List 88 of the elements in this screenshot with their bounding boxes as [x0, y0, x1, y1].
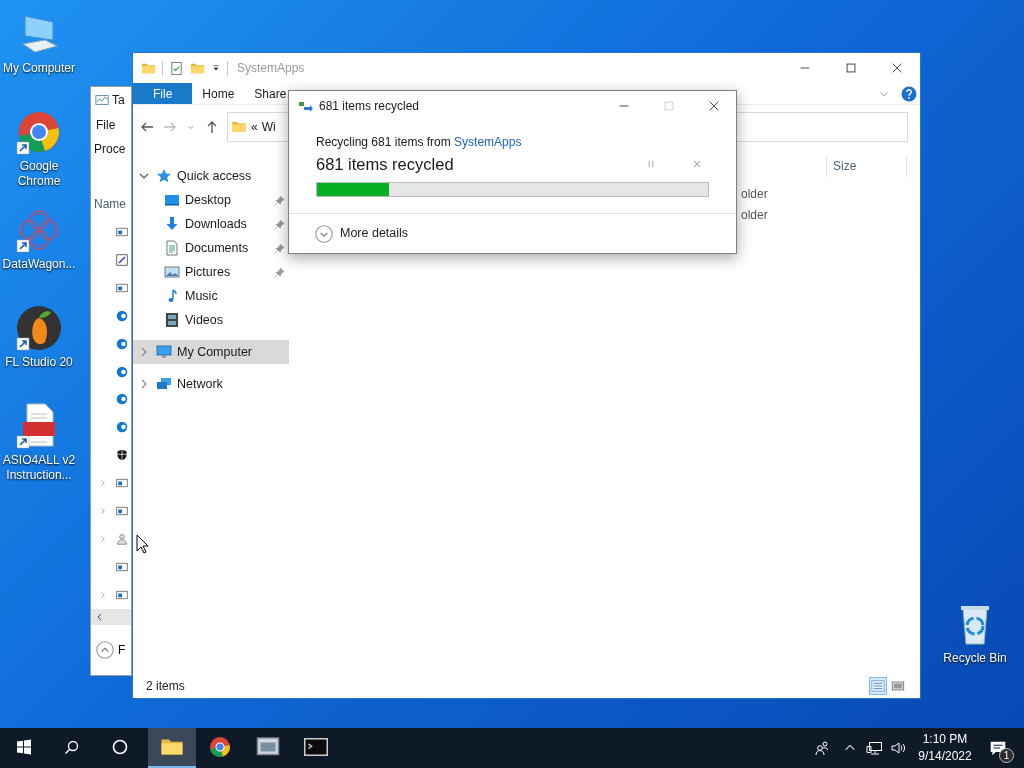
icon-label: My Computer [3, 61, 75, 76]
icon-label: DataWagon... [2, 257, 76, 272]
notification-count: 1 [999, 748, 1014, 763]
icon-label: Recycle Bin [943, 651, 1007, 666]
status-line: Recycling 681 items from SystemApps [316, 135, 523, 150]
collapse-icon [96, 641, 114, 660]
window-title: Ta [112, 91, 125, 109]
ribbon-tab[interactable]: Home [192, 83, 245, 104]
download-arrow-icon [164, 216, 180, 232]
circle-icon[interactable] [112, 739, 128, 755]
browser-logo-icon [208, 735, 232, 759]
people-icon[interactable] [814, 740, 830, 756]
help-icon[interactable] [901, 85, 917, 102]
column-header[interactable]: Name [94, 195, 126, 214]
star-icon [156, 168, 172, 184]
nav-item[interactable]: Quick access [133, 164, 289, 188]
browser-icon [116, 309, 128, 322]
nav-item[interactable]: Desktop [133, 188, 289, 212]
desktop-icon [164, 192, 180, 208]
shield-icon [116, 449, 128, 462]
app-icon [116, 589, 128, 602]
edit-icon [116, 253, 128, 266]
maximize-icon [661, 99, 676, 113]
ribbon-tab[interactable]: File [133, 83, 193, 104]
pin-icon[interactable] [274, 194, 285, 206]
expand-icon [315, 224, 333, 243]
table-cell-text: older [741, 206, 768, 224]
window-title: SystemApps [237, 60, 305, 77]
icon-label: FL Studio 20 [5, 355, 73, 370]
maximize-icon[interactable] [844, 61, 858, 75]
document-icon [164, 240, 180, 256]
volume-icon[interactable] [890, 740, 906, 756]
more-details-button[interactable]: More details [315, 224, 409, 243]
browser-icon [116, 337, 128, 350]
nav-item[interactable]: Documents [133, 236, 289, 260]
app-icon [116, 561, 128, 574]
ribbon-tab[interactable]: Share [244, 83, 297, 104]
app-icon [116, 477, 128, 490]
breadcrumb-separator: « [251, 119, 258, 136]
pin-icon[interactable] [274, 242, 285, 254]
nav-item[interactable]: Music [133, 284, 289, 308]
monitor-icon [156, 344, 172, 360]
nav-item[interactable]: Pictures [133, 260, 289, 284]
pin-icon[interactable] [274, 266, 285, 278]
status-text: 2 items [146, 678, 185, 695]
chart-icon [95, 92, 109, 107]
network-icon[interactable] [866, 740, 882, 756]
fruit-icon[interactable] [15, 304, 63, 352]
nav-item[interactable]: Downloads [133, 212, 289, 236]
network-icon [156, 376, 172, 392]
browser-icon [116, 393, 128, 406]
thumbnail-view-icon [891, 679, 905, 693]
view-button[interactable] [869, 677, 887, 695]
terminal-icon [304, 735, 328, 759]
clock-time[interactable]: 1:10 PM [922, 731, 968, 748]
start-icon[interactable] [16, 739, 32, 755]
mouse-pointer-icon [136, 534, 149, 554]
icon-label: Google Chrome [16, 159, 62, 189]
tab[interactable]: Proce [94, 139, 126, 158]
clock-date[interactable]: 9/14/2022 [918, 748, 972, 765]
browser-icon [116, 421, 128, 434]
dialog-title: 681 items recycled [319, 98, 420, 115]
folder-link[interactable]: SystemApps [454, 135, 522, 149]
properties-icon[interactable] [169, 60, 184, 76]
nav-item[interactable]: Videos [133, 308, 289, 332]
folder-icon [231, 119, 247, 135]
details-view-icon [871, 679, 885, 693]
search-icon[interactable] [64, 739, 80, 755]
app-icon [116, 281, 128, 294]
browser-icon [116, 365, 128, 378]
film-icon [164, 312, 180, 328]
address-text: Wi [261, 119, 276, 136]
app-icon [116, 505, 128, 518]
image-icon [164, 264, 180, 280]
user-icon [116, 533, 128, 546]
taskbar-button[interactable] [148, 728, 196, 768]
icon-label: ASIO4ALL v2 Instruction... [1, 453, 77, 483]
scroll-left-icon[interactable] [95, 612, 105, 623]
app-icon [116, 225, 128, 238]
details-toggle-button[interactable]: F [91, 625, 131, 675]
pin-icon[interactable] [274, 218, 285, 230]
close-icon[interactable] [890, 61, 904, 75]
nav-item[interactable]: My Computer [133, 340, 289, 364]
column-header[interactable]: Size [826, 155, 907, 177]
progress-heading: 681 items recycled [316, 153, 455, 175]
menu-item[interactable]: File [96, 115, 116, 134]
table-cell-text: older [741, 185, 768, 203]
nav-item[interactable]: Network [133, 372, 289, 396]
